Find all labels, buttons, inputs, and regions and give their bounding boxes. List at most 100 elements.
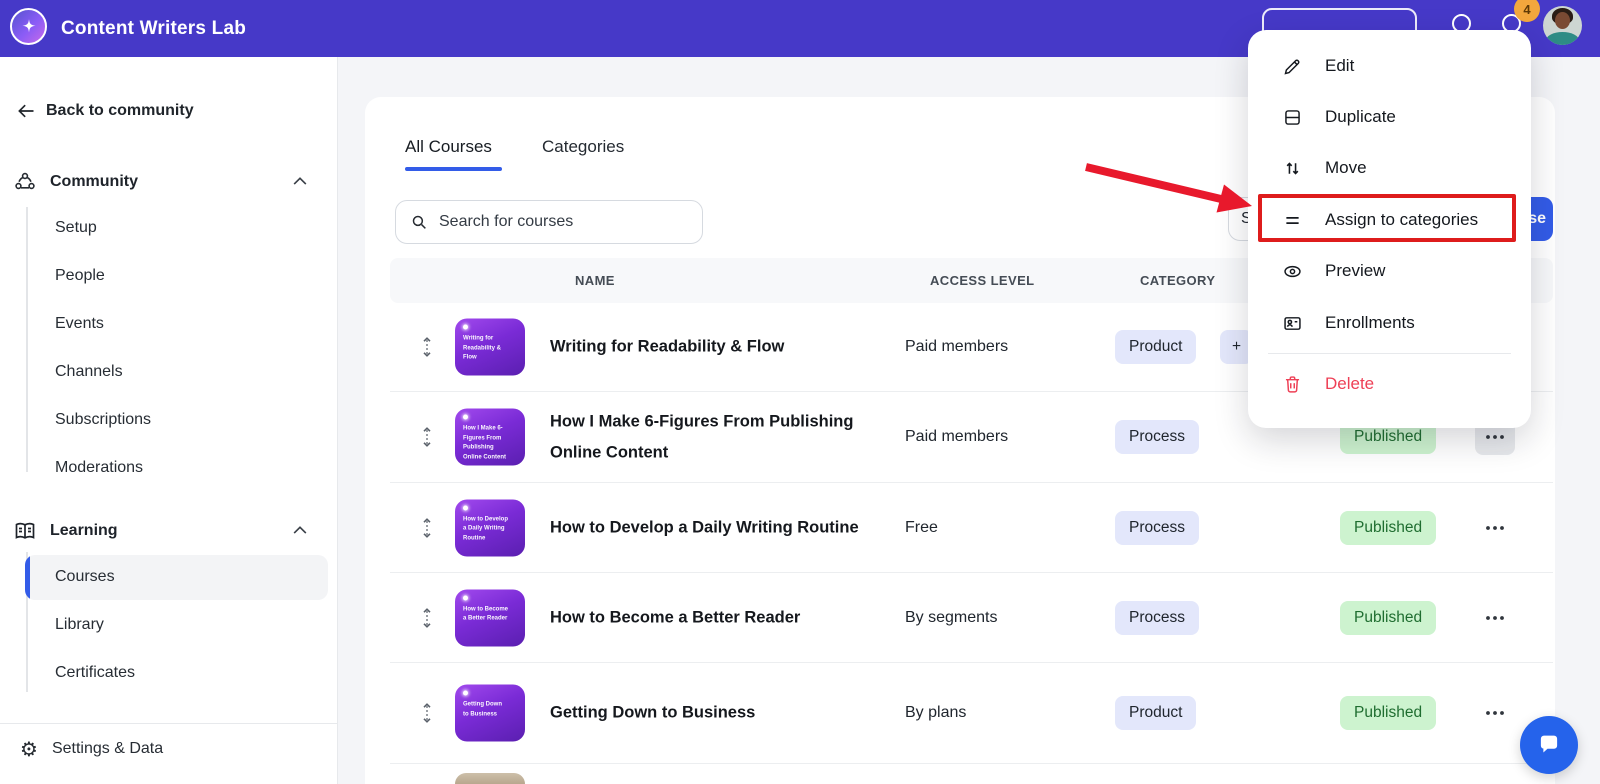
sidebar-item-settings-data[interactable]: ⚙ Settings & Data xyxy=(20,737,163,761)
course-access-level: Paid members xyxy=(905,338,1009,355)
chevron-up-icon xyxy=(293,177,307,185)
sidebar-section-community[interactable]: Community xyxy=(0,165,338,199)
chevron-up-icon xyxy=(293,526,307,534)
gear-icon: ⚙ xyxy=(20,737,38,761)
category-pill: Product xyxy=(1115,696,1197,730)
thumbnail-title-text: How to Become a Better Reader xyxy=(463,606,509,622)
category-pill: Process xyxy=(1115,420,1199,454)
menu-item-label: Enrollments xyxy=(1325,313,1415,332)
menu-item-edit[interactable]: Edit xyxy=(1248,43,1531,89)
eye-icon xyxy=(1282,261,1303,282)
menu-item-label: Preview xyxy=(1325,261,1386,280)
status-badge: Published xyxy=(1340,696,1437,730)
menu-item-preview[interactable]: Preview xyxy=(1248,248,1531,294)
annotation-highlight-box xyxy=(1258,194,1516,242)
table-row[interactable]: How to Become a Better Reader How to Bec… xyxy=(390,573,1553,663)
user-avatar[interactable] xyxy=(1543,6,1582,45)
sidebar-item-label: Events xyxy=(55,315,104,332)
app-screen: Content Writers Lab 4 Back to community … xyxy=(0,0,1600,784)
course-name: How I Make 6-Figures From Publishing Onl… xyxy=(550,412,854,461)
course-access-level: Free xyxy=(905,518,938,536)
row-options-button[interactable] xyxy=(1475,600,1515,636)
sidebar-item-events[interactable]: Events xyxy=(55,307,104,341)
sidebar-item-people[interactable]: People xyxy=(55,259,105,293)
menu-item-label: Delete xyxy=(1325,374,1375,393)
thumbnail-title-text: Writing for Readability & Flow xyxy=(463,335,502,361)
pencil-icon xyxy=(1282,56,1303,77)
sidebar-section-learning[interactable]: Learning xyxy=(0,514,338,548)
table-row-partial-thumbnail xyxy=(455,773,525,784)
back-to-community-link[interactable]: Back to community xyxy=(16,101,194,121)
menu-item-delete[interactable]: Delete xyxy=(1248,361,1531,407)
thumbnail-title-text: Getting Down to Business xyxy=(463,701,502,718)
course-thumbnail: How to Develop a Daily Writing Routine xyxy=(455,499,525,556)
sidebar-divider xyxy=(0,723,338,724)
menu-item-enrollments[interactable]: Enrollments xyxy=(1248,300,1531,346)
drag-handle-icon[interactable] xyxy=(415,424,439,450)
community-logo xyxy=(10,8,47,45)
sidebar-item-channels[interactable]: Channels xyxy=(55,355,123,389)
course-access-level: By segments xyxy=(905,608,998,626)
drag-handle-icon[interactable] xyxy=(415,515,439,541)
menu-item-move[interactable]: Move xyxy=(1248,145,1531,191)
chat-launcher-button[interactable] xyxy=(1520,716,1578,774)
sparkle-icon xyxy=(21,18,36,32)
sidebar-section-label: Community xyxy=(50,173,138,190)
column-header-name: NAME xyxy=(575,273,615,288)
settings-data-label: Settings & Data xyxy=(51,740,164,757)
sidebar-item-subscriptions[interactable]: Subscriptions xyxy=(55,403,151,437)
sidebar-item-courses[interactable]: Courses xyxy=(55,560,115,594)
menu-item-label: Move xyxy=(1325,158,1367,177)
table-row[interactable]: Getting Down to Business Getting Down to… xyxy=(390,663,1553,764)
chat-bubble-icon xyxy=(1540,735,1558,753)
menu-item-label: Edit xyxy=(1325,56,1355,75)
status-badge: Published xyxy=(1340,510,1437,545)
menu-item-duplicate[interactable]: Duplicate xyxy=(1248,94,1531,140)
ellipsis-icon xyxy=(1486,435,1504,439)
tab-all-courses[interactable]: All Courses xyxy=(405,137,492,157)
row-options-button[interactable] xyxy=(1475,510,1515,546)
drag-handle-icon[interactable] xyxy=(415,700,439,726)
ellipsis-icon xyxy=(1486,615,1504,620)
course-thumbnail: Getting Down to Business xyxy=(455,684,525,742)
avatar-body xyxy=(1546,32,1579,45)
sidebar-item-label: Channels xyxy=(55,363,123,380)
active-tab-underline xyxy=(405,167,502,171)
avatar-face xyxy=(1555,12,1570,29)
ellipsis-icon xyxy=(1486,711,1504,715)
menu-item-label: Duplicate xyxy=(1325,107,1396,126)
course-name: Getting Down to Business xyxy=(550,703,756,722)
sidebar-section-label: Learning xyxy=(50,522,118,539)
people-group-icon xyxy=(15,172,35,190)
course-name: How to Become a Better Reader xyxy=(550,608,801,627)
sidebar: Back to community Community Setup People… xyxy=(0,57,338,784)
thumbnail-title-text: How to Develop a Daily Writing Routine xyxy=(463,516,509,542)
sidebar-item-setup[interactable]: Setup xyxy=(55,211,97,245)
duplicate-icon xyxy=(1282,107,1303,128)
sparkle-icon xyxy=(463,324,468,330)
category-pill: Process xyxy=(1115,510,1199,545)
sparkle-icon xyxy=(463,414,468,420)
open-book-icon xyxy=(15,522,35,539)
drag-handle-icon[interactable] xyxy=(415,334,439,360)
search-icon xyxy=(412,215,426,229)
table-row[interactable]: How to Develop a Daily Writing Routine H… xyxy=(390,483,1553,573)
sidebar-item-library[interactable]: Library xyxy=(55,608,104,642)
course-thumbnail: How I Make 6-Figures From Publishing Onl… xyxy=(455,408,525,466)
sidebar-item-label: Certificates xyxy=(55,664,136,681)
sidebar-item-label: Moderations xyxy=(55,459,144,476)
tab-categories[interactable]: Categories xyxy=(542,137,624,157)
sidebar-item-label: People xyxy=(55,267,105,284)
course-access-level: Paid members xyxy=(905,428,1009,445)
column-header-access-level: ACCESS LEVEL xyxy=(930,273,1035,288)
sidebar-item-certificates[interactable]: Certificates xyxy=(55,656,135,690)
row-options-button[interactable] xyxy=(1475,695,1515,731)
back-arrow-icon xyxy=(18,104,34,118)
search-input[interactable] xyxy=(437,212,681,232)
course-name: How to Develop a Daily Writing Routine xyxy=(550,518,859,537)
sidebar-item-moderations[interactable]: Moderations xyxy=(55,451,143,485)
category-pill: Process xyxy=(1115,600,1199,635)
sidebar-item-label: Library xyxy=(55,616,104,633)
sparkle-icon xyxy=(463,595,468,600)
drag-handle-icon[interactable] xyxy=(415,605,439,631)
